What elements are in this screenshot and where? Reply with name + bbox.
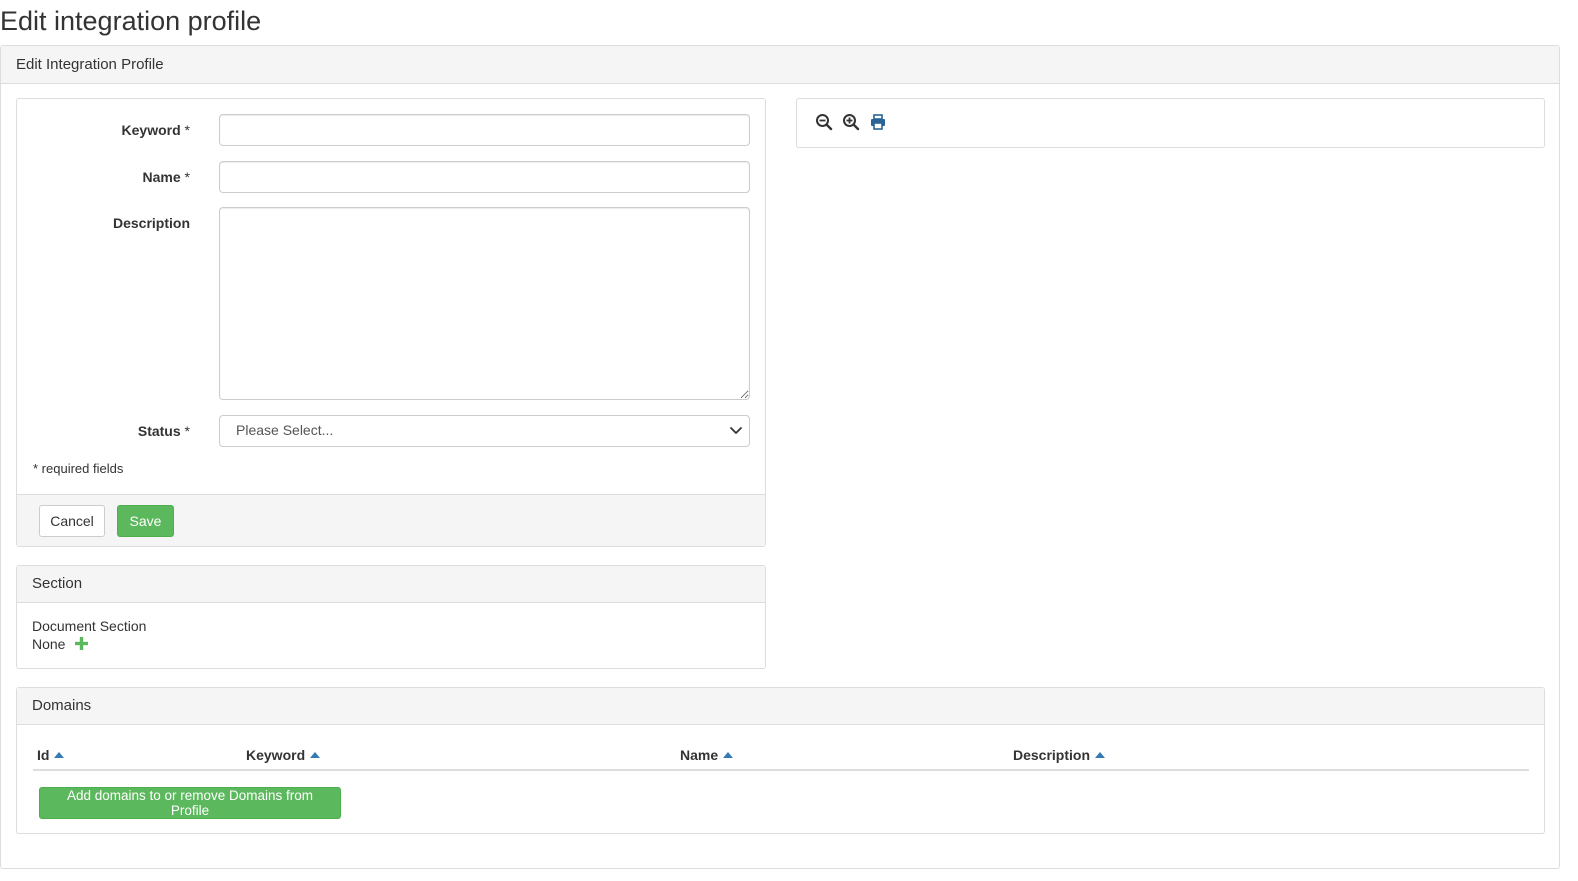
- add-remove-domains-button[interactable]: Add domains to or remove Domains from Pr…: [39, 787, 341, 819]
- print-icon[interactable]: [869, 113, 887, 131]
- column-header-label: Name: [680, 747, 719, 763]
- status-selected-value: Please Select...: [236, 422, 334, 438]
- description-textarea[interactable]: [219, 207, 750, 400]
- sort-asc-icon: [1095, 752, 1106, 758]
- domains-heading: Domains: [17, 688, 1544, 725]
- chevron-down-icon: [730, 427, 742, 434]
- status-label: Status *: [137, 423, 190, 439]
- document-section-label: Document Section: [32, 618, 147, 634]
- column-header-keyword[interactable]: Keyword: [246, 747, 321, 763]
- edit-profile-panel: Edit Integration Profile Keyword * Name …: [0, 45, 1560, 869]
- page-title: Edit integration profile: [0, 6, 262, 36]
- column-header-label: Id: [37, 747, 50, 763]
- plus-icon[interactable]: [75, 637, 89, 650]
- section-body: Document Section None: [17, 603, 765, 667]
- keyword-label: Keyword *: [121, 122, 190, 138]
- name-label: Name *: [142, 169, 190, 185]
- zoom-out-icon[interactable]: [815, 113, 833, 131]
- document-section-value: None: [32, 636, 66, 652]
- keyword-input[interactable]: [219, 114, 750, 146]
- section-panel: Section Document Section None: [16, 565, 766, 669]
- document-section-value-row: None: [32, 635, 750, 653]
- required-fields-note: * required fields: [33, 461, 124, 476]
- save-button[interactable]: Save: [117, 505, 174, 537]
- viewer-toolbar: [796, 98, 1545, 148]
- table-header-divider: [33, 769, 1529, 771]
- column-header-name[interactable]: Name: [680, 747, 734, 763]
- zoom-in-icon[interactable]: [842, 113, 860, 131]
- description-label: Description: [112, 215, 190, 231]
- column-header-description[interactable]: Description: [1013, 747, 1106, 763]
- column-header-id[interactable]: Id: [37, 747, 65, 763]
- name-input[interactable]: [219, 161, 750, 193]
- sort-asc-icon: [723, 752, 734, 758]
- panel-heading: Edit Integration Profile: [1, 46, 1559, 84]
- sort-asc-icon: [54, 752, 65, 758]
- form-footer: Cancel Save: [17, 494, 765, 546]
- section-heading: Section: [17, 566, 765, 603]
- domains-panel: Domains Id Keyword Name Description Add …: [16, 687, 1545, 834]
- sort-asc-icon: [310, 752, 321, 758]
- cancel-button[interactable]: Cancel: [39, 505, 105, 537]
- column-header-label: Keyword: [246, 747, 306, 763]
- status-select[interactable]: Please Select...: [219, 415, 750, 447]
- column-header-label: Description: [1013, 747, 1091, 763]
- profile-form: Keyword * Name * Description Status * Pl…: [16, 98, 766, 547]
